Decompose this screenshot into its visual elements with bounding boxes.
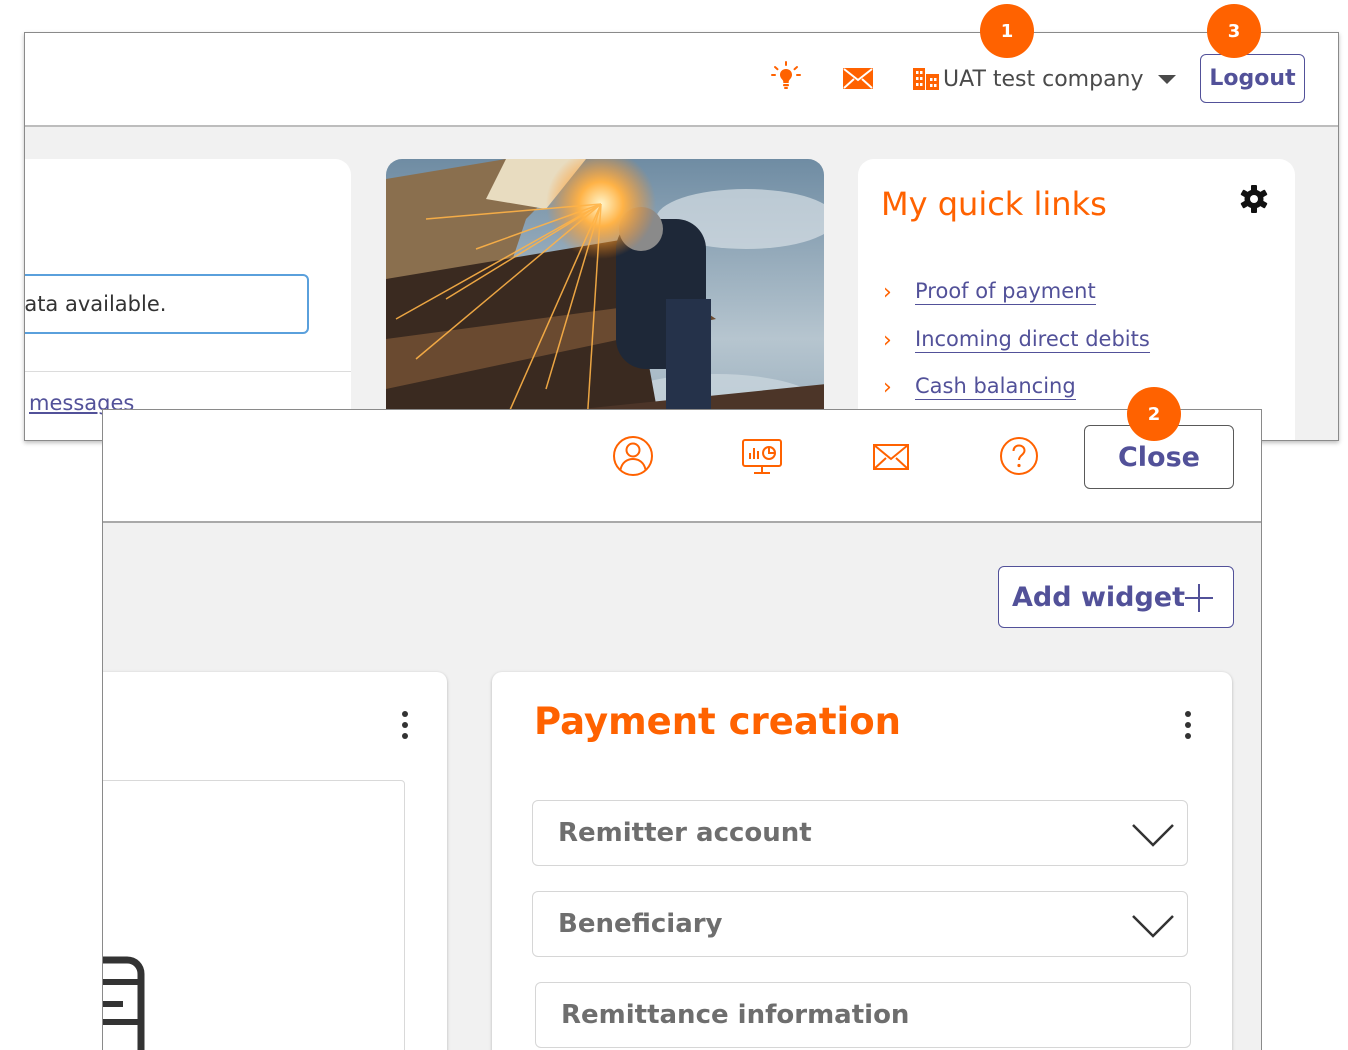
quick-links-card: My quick links › Proof of payment › Inco…	[858, 159, 1295, 440]
callout-badge-1: 1	[980, 4, 1034, 58]
left-widget-card: data available. messages	[25, 159, 351, 440]
remittance-information-input[interactable]: Remittance information	[535, 982, 1191, 1048]
payment-creation-card: Payment creation Remitter account Benefi…	[492, 672, 1232, 1050]
lightbulb-icon[interactable]	[770, 60, 802, 92]
profile-icon[interactable]	[612, 435, 654, 477]
company-selector[interactable]: UAT test company	[913, 63, 1176, 95]
chevron-right-icon: ›	[883, 327, 892, 353]
quick-link-label[interactable]: Proof of payment	[915, 279, 1096, 305]
bottom-header-bar: Close	[103, 410, 1261, 523]
quick-link-item[interactable]: › Cash balancing	[883, 374, 1076, 400]
chevron-down-icon	[1132, 915, 1174, 938]
top-header-bar: UAT test company Logout	[25, 33, 1338, 127]
kebab-menu-icon[interactable]	[1184, 710, 1192, 740]
dashboard-icon[interactable]	[741, 438, 783, 476]
quick-link-item[interactable]: › Proof of payment	[883, 279, 1096, 305]
remitter-account-placeholder: Remitter account	[558, 818, 812, 848]
company-name: UAT test company	[943, 66, 1144, 92]
caret-down-icon	[1157, 74, 1176, 84]
beneficiary-placeholder: Beneficiary	[558, 909, 723, 939]
logout-button[interactable]: Logout	[1200, 54, 1305, 103]
remitter-account-select[interactable]: Remitter account	[532, 800, 1188, 866]
kebab-menu-icon[interactable]	[401, 710, 409, 740]
chevron-right-icon: ›	[883, 374, 892, 400]
chevron-right-icon: ›	[883, 279, 892, 305]
top-screenshot: UAT test company Logout data available. …	[24, 32, 1339, 441]
remittance-information-placeholder: Remittance information	[561, 1000, 910, 1030]
chevron-down-icon	[1132, 824, 1174, 847]
left-widget-card	[103, 672, 447, 1050]
bottom-screenshot: Close Add widget Payment creation Remitt…	[102, 409, 1262, 1050]
widget-content-box	[103, 780, 405, 1050]
add-widget-button[interactable]: Add widget	[998, 566, 1234, 628]
document-icon	[103, 956, 145, 1050]
company-icon	[913, 68, 939, 90]
payment-creation-title: Payment creation	[534, 700, 902, 743]
help-icon[interactable]	[999, 436, 1039, 476]
quick-link-label[interactable]: Incoming direct debits	[915, 327, 1150, 353]
welding-photo	[386, 159, 824, 440]
divider	[25, 371, 351, 372]
mail-icon[interactable]	[843, 68, 873, 89]
quick-link-item[interactable]: › Incoming direct debits	[883, 327, 1150, 353]
quick-links-title: My quick links	[881, 185, 1107, 223]
callout-badge-2: 2	[1127, 387, 1181, 441]
gear-icon[interactable]	[1239, 184, 1269, 214]
plus-icon	[1185, 584, 1213, 612]
mail-icon[interactable]	[873, 444, 909, 470]
no-data-message: data available.	[25, 274, 309, 334]
add-widget-label: Add widget	[1012, 581, 1186, 613]
quick-link-label[interactable]: Cash balancing	[915, 374, 1076, 400]
beneficiary-select[interactable]: Beneficiary	[532, 891, 1188, 957]
callout-badge-3: 3	[1207, 4, 1261, 58]
